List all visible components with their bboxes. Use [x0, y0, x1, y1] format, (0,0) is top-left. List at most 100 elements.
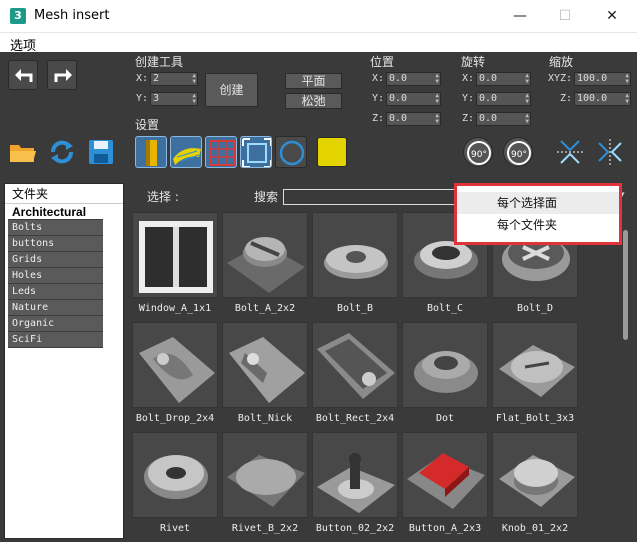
asset-tile-window-a[interactable]: Window_A_1x1 — [132, 212, 218, 320]
folder-icon — [10, 145, 36, 162]
rotation-z-value: 0.0 — [479, 113, 498, 124]
setting-surface-toggle[interactable] — [170, 136, 202, 168]
setting-grid-toggle[interactable] — [205, 136, 237, 168]
position-x-spinner[interactable]: 0.0 ▲ ▼ — [386, 72, 441, 86]
asset-name: Bolt_Drop_2x4 — [135, 413, 215, 424]
scrollbar-thumb[interactable] — [623, 230, 628, 340]
asset-thumbnail — [132, 322, 218, 408]
refresh-button[interactable] — [47, 137, 77, 167]
asset-tile-bolt-drop[interactable]: Bolt_Drop_2x4 — [132, 322, 218, 430]
plane-button[interactable]: 平面 — [285, 73, 342, 89]
maximize-button[interactable]: ☐ — [545, 4, 585, 28]
rotate-cw-button[interactable]: 90° — [503, 137, 533, 167]
bolt-icon — [227, 237, 305, 293]
folder-item-bolts[interactable]: Bolts — [8, 220, 103, 236]
asset-name: Bolt_Rect_2x4 — [315, 413, 395, 424]
setting-circle-toggle[interactable] — [275, 136, 307, 168]
relax-button[interactable]: 松弛 — [285, 93, 342, 109]
folder-item-nature[interactable]: Nature — [8, 300, 103, 316]
bolt-nick-icon — [229, 337, 305, 403]
asset-name: Bolt_Nick — [237, 413, 293, 424]
asset-tile-bolt-nick[interactable]: Bolt_Nick — [222, 322, 308, 430]
asset-name: Rivet_B_2x2 — [231, 523, 299, 534]
asset-thumbnail — [492, 322, 578, 408]
grid-y-spinner[interactable]: 3 ▲ ▼ — [150, 92, 198, 106]
rotation-title: 旋转 — [461, 55, 486, 69]
rotate-ccw-button[interactable]: 90° — [463, 137, 493, 167]
asset-grid: Window_A_1x1 Bolt_A_2x2 Bolt_B Bolt_C Bo… — [127, 206, 617, 539]
position-z-spinner[interactable]: 0.0 ▲ ▼ — [386, 112, 441, 126]
asset-tile-bolt-a[interactable]: Bolt_A_2x2 — [222, 212, 308, 320]
position-title: 位置 — [370, 55, 395, 69]
red-button-icon — [407, 453, 485, 509]
rotation-y-spinner[interactable]: 0.0 ▲ ▼ — [476, 92, 531, 106]
rotation-x-spinner[interactable]: 0.0 ▲ ▼ — [476, 72, 531, 86]
menu-bar: 选项 — [0, 32, 637, 54]
redo-button[interactable] — [47, 60, 77, 90]
setting-bounds-toggle[interactable] — [240, 136, 272, 168]
position-y-spinner[interactable]: 0.0 ▲ ▼ — [386, 92, 441, 106]
scale-z-label: Z: — [560, 93, 573, 104]
folder-item-leds[interactable]: Leds — [8, 284, 103, 300]
asset-name: Flat_Bolt_3x3 — [495, 413, 575, 424]
folder-item-holes[interactable]: Holes — [8, 268, 103, 284]
setting-column-toggle[interactable] — [135, 136, 167, 168]
search-input[interactable] — [283, 189, 458, 205]
rotation-x-label: X: — [462, 73, 475, 84]
create-button[interactable]: 创建 — [205, 73, 258, 107]
position-z-value: 0.0 — [389, 113, 408, 124]
scale-z-spinner[interactable]: 100.0 ▲ ▼ — [574, 92, 631, 106]
menu-options[interactable]: 选项 — [10, 35, 36, 54]
asset-name: Dot — [435, 413, 455, 424]
minimize-button[interactable]: — — [500, 4, 540, 28]
asset-tile-button-a[interactable]: Button_A_2x3 — [402, 432, 488, 539]
close-button[interactable]: ✕ — [592, 4, 632, 28]
asset-thumbnail — [312, 322, 398, 408]
folder-item-scifi[interactable]: SciFi — [8, 332, 103, 348]
grid-x-spinner[interactable]: 2 ▲ ▼ — [150, 72, 198, 86]
rotation-x-value: 0.0 — [479, 73, 498, 84]
mirror-horizontal-button[interactable] — [595, 137, 625, 167]
popup-item-per-selection-face[interactable]: 每个选择面 — [457, 192, 619, 214]
flat-bolt-icon — [499, 345, 575, 397]
bolt-drop-icon — [139, 337, 215, 403]
scrollbar[interactable] — [622, 210, 629, 536]
asset-thumbnail — [312, 432, 398, 518]
rotation-z-label: Z: — [462, 113, 475, 124]
mirror-vertical-button[interactable] — [555, 137, 585, 167]
asset-thumbnail — [132, 212, 218, 298]
rotate-ccw-label: 90° — [471, 150, 487, 160]
rotate-cw-label: 90° — [511, 150, 527, 160]
open-folder-button[interactable] — [8, 137, 38, 167]
asset-name: Window_A_1x1 — [138, 303, 212, 314]
asset-tile-bolt-b[interactable]: Bolt_B — [312, 212, 398, 320]
position-z-label: Z: — [372, 113, 385, 124]
asset-tile-button-02[interactable]: Button_02_2x2 — [312, 432, 398, 539]
asset-tile-bolt-rect[interactable]: Bolt_Rect_2x4 — [312, 322, 398, 430]
save-icon — [89, 140, 113, 164]
asset-thumbnail — [402, 432, 488, 518]
grid-x-value: 2 — [153, 73, 160, 84]
asset-tile-flat-bolt[interactable]: Flat_Bolt_3x3 — [492, 322, 578, 430]
scale-xyz-spinner[interactable]: 100.0 ▲ ▼ — [574, 72, 631, 86]
grid-y-value: 3 — [153, 93, 160, 104]
folder-item-architectural[interactable]: Architectural — [8, 204, 103, 220]
save-button[interactable] — [86, 137, 116, 167]
folder-item-grids[interactable]: Grids — [8, 252, 103, 268]
rotation-z-spinner[interactable]: 0.0 ▲ ▼ — [476, 112, 531, 126]
folder-item-organic[interactable]: Organic — [8, 316, 103, 332]
color-swatch-yellow[interactable] — [317, 137, 347, 167]
folder-item-buttons[interactable]: buttons — [8, 236, 103, 252]
asset-tile-rivet[interactable]: Rivet — [132, 432, 218, 539]
asset-tile-rivet-b[interactable]: Rivet_B_2x2 — [222, 432, 308, 539]
asset-name: Bolt_D — [516, 303, 554, 314]
undo-button[interactable] — [8, 60, 38, 90]
window-title: Mesh insert — [34, 8, 110, 23]
asset-name: Knob_01_2x2 — [501, 523, 569, 534]
popup-item-per-folder[interactable]: 每个文件夹 — [457, 214, 619, 236]
asset-tile-knob[interactable]: Knob_01_2x2 — [492, 432, 578, 539]
asset-tile-dot[interactable]: Dot — [402, 322, 488, 430]
rivet-icon — [144, 455, 208, 499]
create-tools-title: 创建工具 — [135, 55, 184, 69]
asset-thumbnail — [222, 432, 308, 518]
